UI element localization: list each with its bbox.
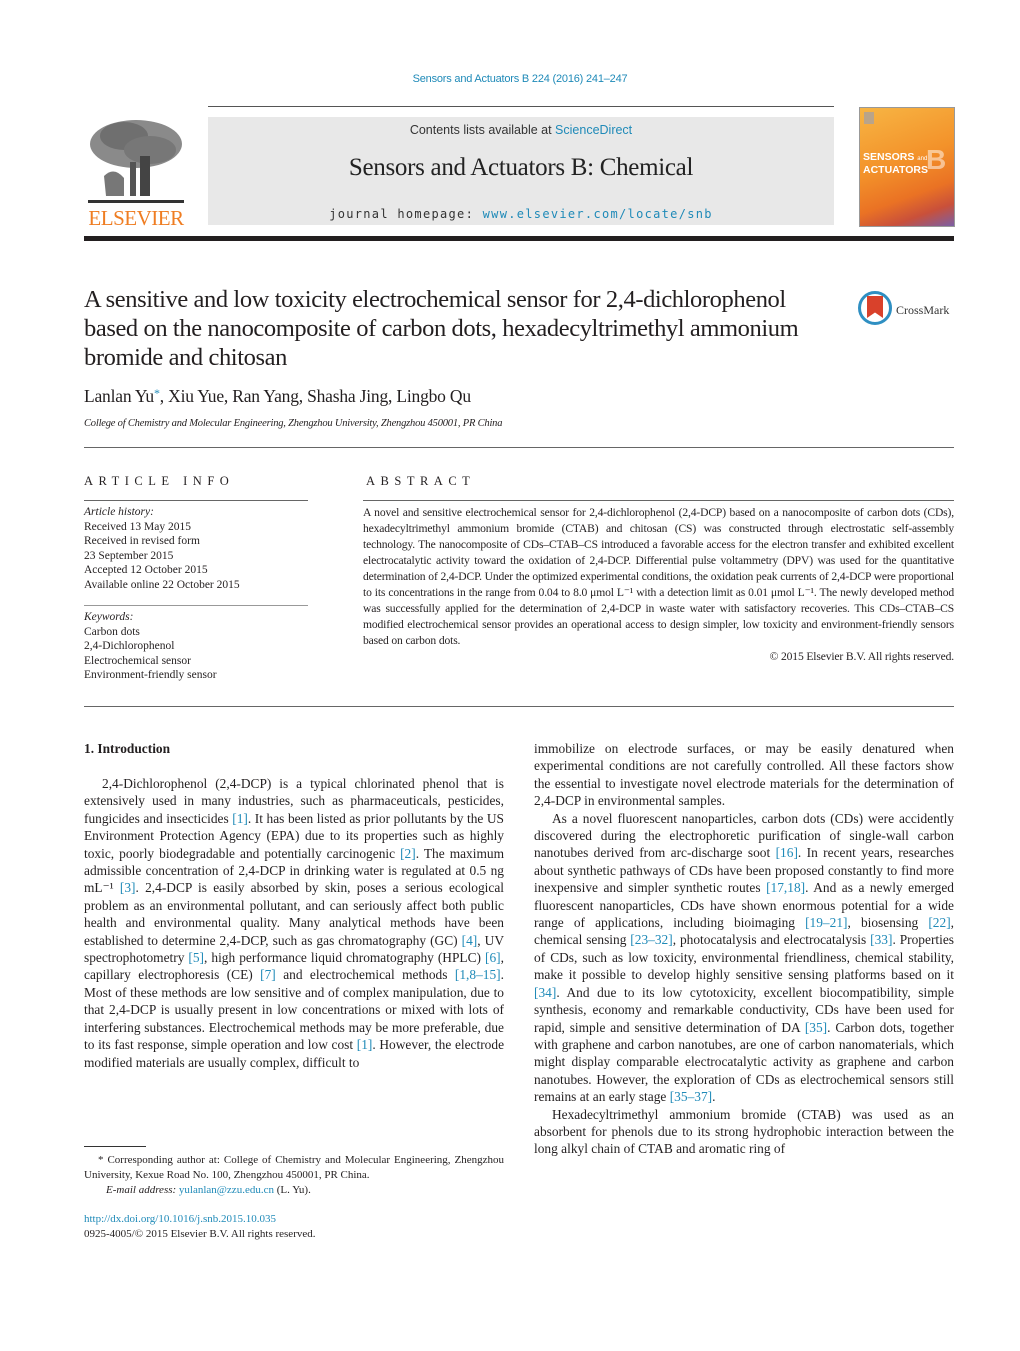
citation-reference-link[interactable]: [35–37] [670, 1089, 712, 1104]
section-heading-introduction: 1. Introduction [84, 741, 171, 756]
article-title: A sensitive and low toxicity electrochem… [84, 286, 799, 371]
journal-cover-image[interactable]: B SENSORS and ACTUATORS [859, 107, 955, 227]
history-item: Received in revised form [84, 535, 200, 547]
citation-reference-link[interactable]: [3] [120, 880, 136, 895]
history-label: Article history: [84, 506, 154, 518]
email-link[interactable]: yulanlan@zzu.edu.cn [179, 1184, 274, 1196]
body-column-left: 2,4-Dichlorophenol (2,4-DCP) is a typica… [84, 775, 504, 1071]
citation-reference-link[interactable]: [4] [462, 933, 478, 948]
journal-citation[interactable]: Sensors and Actuators B 224 (2016) 241–2… [0, 73, 1020, 85]
footnote: * Corresponding author at: College of Ch… [84, 1153, 504, 1198]
article-history: Article history: Received 13 May 2015 Re… [84, 505, 308, 592]
sciencedirect-link[interactable]: ScienceDirect [555, 123, 632, 137]
citation-reference-link[interactable]: [16] [776, 845, 798, 860]
citation-reference-link[interactable]: [34] [534, 985, 556, 1000]
cover-and: and [917, 156, 928, 162]
citation-reference-link[interactable]: [19–21] [805, 915, 847, 930]
cover-line2: ACTUATORS [863, 164, 928, 176]
article-info-heading: ARTICLE INFO [84, 474, 235, 488]
abstract-text-block: A novel and sensitive electrochemical se… [363, 505, 954, 665]
cover-letter: B [926, 144, 947, 175]
cover-line1: SENSORS [863, 151, 915, 163]
history-item: Available online 22 October 2015 [84, 578, 240, 591]
citation-reference-link[interactable]: [5] [188, 950, 204, 965]
citation-reference-link[interactable]: [23–32] [630, 932, 672, 947]
keyword-item: 2,4-Dichlorophenol [84, 640, 175, 652]
author-list: Lanlan Yu*, Xiu Yue, Ran Yang, Shasha Ji… [84, 386, 471, 407]
abstract-rule [363, 500, 954, 501]
cover-elsevier-icon [864, 112, 874, 124]
abstract-heading: ABSTRACT [366, 474, 476, 488]
crossmark-label: CrossMark [896, 303, 950, 317]
affiliation: College of Chemistry and Molecular Engin… [84, 418, 503, 429]
keywords: Keywords: Carbon dots 2,4-Dichlorophenol… [84, 610, 308, 683]
header-thick-rule [84, 236, 954, 241]
intro-paragraph: As a novel fluorescent nanoparticles, ca… [534, 810, 955, 1105]
keyword-item: Carbon dots [84, 625, 140, 638]
keywords-label: Keywords: [84, 611, 134, 623]
issn-copyright: 0925-4005/© 2015 Elsevier B.V. All right… [84, 1228, 316, 1240]
journal-title: Sensors and Actuators B: Chemical [348, 154, 694, 181]
affiliation-rule [84, 447, 954, 448]
body-column-right: immobilize on electrode surfaces, or may… [534, 740, 954, 1158]
author-first: Lanlan Yu [84, 386, 154, 406]
author-rest: , Xiu Yue, Ran Yang, Shasha Jing, Lingbo… [159, 386, 471, 406]
article-info-rule [84, 500, 308, 501]
journal-banner: Contents lists available at ScienceDirec… [208, 117, 834, 225]
contents-line: Contents lists available at ScienceDirec… [208, 123, 834, 137]
intro-paragraph: Hexadecyltrimethyl ammonium bromide (CTA… [534, 1106, 954, 1157]
journal-homepage: journal homepage: www.elsevier.com/locat… [208, 207, 834, 221]
citation-reference-link[interactable]: [33] [870, 932, 892, 947]
history-item: Received 13 May 2015 [84, 520, 191, 533]
keywords-rule [84, 605, 308, 606]
email-label: E-mail address: [106, 1184, 179, 1196]
citation-reference-link[interactable]: [22] [928, 915, 950, 930]
header-rule [208, 106, 834, 107]
intro-paragraph: immobilize on electrode surfaces, or may… [534, 741, 954, 809]
homepage-link[interactable]: www.elsevier.com/locate/snb [483, 207, 713, 221]
crossmark-button[interactable]: CrossMark [858, 291, 958, 331]
email-suffix: (L. Yu). [273, 1184, 311, 1196]
abstract-text: A novel and sensitive electrochemical se… [363, 506, 954, 647]
doi-block: http://dx.doi.org/10.1016/j.snb.2015.10.… [84, 1212, 316, 1242]
citation-reference-link[interactable]: [7] [260, 967, 276, 982]
keyword-item: Environment-friendly sensor [84, 669, 217, 681]
cover-title: SENSORS and ACTUATORS [863, 152, 928, 176]
intro-paragraph: 2,4-Dichlorophenol (2,4-DCP) is a typica… [84, 776, 505, 1070]
abstract-bottom-rule [84, 706, 954, 707]
abstract-copyright: © 2015 Elsevier B.V. All rights reserved… [769, 650, 955, 663]
homepage-prefix: journal homepage: [329, 207, 483, 221]
contents-prefix: Contents lists available at [409, 123, 556, 137]
history-item: Accepted 12 October 2015 [84, 564, 208, 576]
doi-link[interactable]: http://dx.doi.org/10.1016/j.snb.2015.10.… [84, 1213, 276, 1225]
email-line: E-mail address: yulanlan@zzu.edu.cn (L. … [84, 1183, 504, 1198]
footnote-rule [84, 1146, 146, 1147]
citation-reference-link[interactable]: [1] [357, 1037, 373, 1052]
citation-reference-link[interactable]: [35] [805, 1020, 827, 1035]
corresponding-author-note: * Corresponding author at: College of Ch… [84, 1154, 504, 1181]
citation-reference-link[interactable]: [2] [400, 846, 416, 861]
keyword-item: Electrochemical sensor [84, 654, 191, 667]
history-item: 23 September 2015 [84, 549, 174, 562]
elsevier-wordmark[interactable]: ELSEVIER [84, 206, 188, 231]
citation-reference-link[interactable]: [1] [232, 811, 248, 826]
citation-reference-link[interactable]: [1,8–15] [455, 967, 501, 982]
citation-reference-link[interactable]: [6] [485, 950, 501, 965]
citation-reference-link[interactable]: [17,18] [766, 880, 805, 895]
